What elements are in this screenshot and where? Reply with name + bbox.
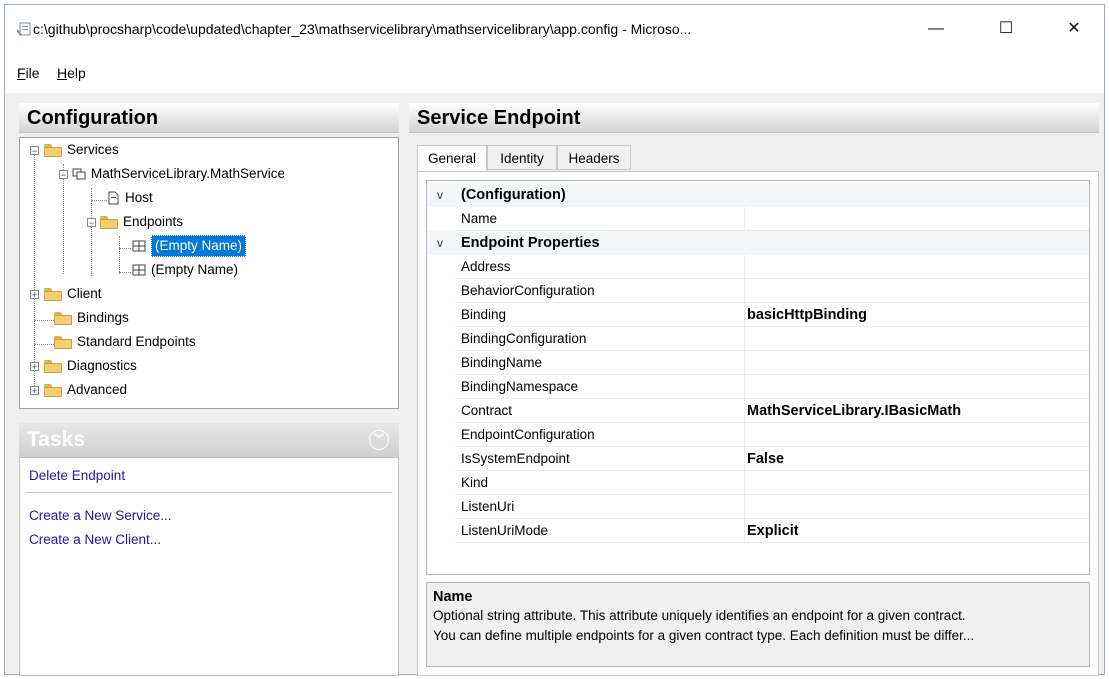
folder-icon (54, 335, 72, 349)
close-button[interactable]: ✕ (1051, 13, 1097, 45)
create-new-service-link[interactable]: Create a New Service... (29, 508, 172, 523)
divider (26, 492, 392, 493)
property-row-endpointconfiguration[interactable]: EndpointConfiguration (427, 423, 1089, 447)
tree-node-endpoint-selected[interactable]: (Empty Name) (132, 235, 247, 257)
folder-icon (44, 143, 62, 157)
expand-icon[interactable]: + (30, 362, 39, 372)
collapse-chevron-icon[interactable]: ︾ (369, 430, 389, 450)
description-title: Name (433, 589, 473, 605)
tree-node-host[interactable]: Host (106, 188, 153, 208)
property-row-name[interactable]: Name (427, 207, 1089, 231)
service-endpoint-header: Service Endpoint (409, 103, 1099, 133)
category-endpoint-properties[interactable]: v Endpoint Properties (427, 231, 1089, 255)
folder-icon (44, 287, 62, 301)
tree-node-standard-endpoints[interactable]: Standard Endpoints (54, 332, 196, 352)
configuration-tree[interactable]: − Services − MathServiceLibrary.MathServ… (19, 137, 399, 409)
tab-headers[interactable]: Headers (557, 145, 631, 170)
property-description-panel: Name Optional string attribute. This att… (426, 582, 1090, 667)
tasks-header[interactable]: Tasks ︾ (19, 423, 399, 457)
menu-file[interactable]: File (17, 65, 40, 81)
chevron-down-icon[interactable]: v (437, 183, 443, 207)
property-row-bindingname[interactable]: BindingName (427, 351, 1089, 375)
property-row-binding[interactable]: Binding basicHttpBinding (427, 303, 1089, 327)
property-row-contract[interactable]: Contract MathServiceLibrary.IBasicMath (427, 399, 1089, 423)
folder-icon (44, 383, 62, 397)
tree-connector (34, 154, 35, 390)
endpoint-icon (132, 239, 146, 253)
category-configuration[interactable]: v (Configuration) (427, 183, 1089, 207)
tasks-panel: Delete Endpoint Create a New Service... … (19, 457, 399, 676)
tree-node-endpoint[interactable]: (Empty Name) (132, 260, 238, 280)
description-line: You can define multiple endpoints for a … (433, 628, 975, 643)
tree-connector (119, 272, 131, 273)
tree-node-diagnostics[interactable]: Diagnostics (44, 356, 137, 376)
tree-node-services[interactable]: Services (44, 140, 119, 160)
menu-help[interactable]: Help (57, 65, 86, 81)
property-row-issystemendpoint[interactable]: IsSystemEndpoint False (427, 447, 1089, 471)
tasks-title: Tasks (27, 428, 85, 451)
tree-connector (34, 344, 54, 345)
tree-node-mathservice[interactable]: MathServiceLibrary.MathService (72, 164, 285, 184)
create-new-client-link[interactable]: Create a New Client... (29, 532, 161, 547)
minimize-button[interactable]: — (913, 13, 959, 45)
tab-identity[interactable]: Identity (487, 145, 557, 170)
property-row-kind[interactable]: Kind (427, 471, 1089, 495)
tree-node-endpoints[interactable]: Endpoints (100, 212, 183, 232)
window-title: c:\github\procsharp\code\updated\chapter… (33, 21, 692, 37)
tree-connector (119, 248, 131, 249)
chevron-down-icon[interactable]: v (437, 231, 443, 255)
property-row-listenurimode[interactable]: ListenUriMode Explicit (427, 519, 1089, 543)
property-row-bindingconfiguration[interactable]: BindingConfiguration (427, 327, 1089, 351)
config-editor-app-icon (16, 22, 31, 36)
document-icon (106, 191, 120, 205)
folder-icon (54, 311, 72, 325)
description-line: Optional string attribute. This attribut… (433, 608, 966, 623)
collapse-icon[interactable]: − (59, 170, 68, 180)
expand-icon[interactable]: + (30, 386, 39, 396)
folder-icon (44, 359, 62, 373)
folder-icon (100, 215, 118, 229)
property-row-listenuri[interactable]: ListenUri (427, 495, 1089, 519)
tree-connector (63, 164, 64, 274)
maximize-button[interactable]: ☐ (983, 13, 1029, 45)
expand-icon[interactable]: + (30, 290, 39, 300)
configuration-header: Configuration (19, 103, 399, 133)
collapse-icon[interactable]: − (30, 146, 39, 156)
collapse-icon[interactable]: − (87, 218, 96, 228)
property-row-behaviorconfiguration[interactable]: BehaviorConfiguration (427, 279, 1089, 303)
property-row-address[interactable]: Address (427, 255, 1089, 279)
delete-endpoint-link[interactable]: Delete Endpoint (29, 468, 125, 483)
tree-connector (91, 200, 107, 201)
endpoint-icon (132, 263, 146, 277)
tree-node-bindings[interactable]: Bindings (54, 308, 129, 328)
tree-connector (91, 188, 92, 276)
menu-bar: File Help (5, 53, 1104, 93)
tree-connector (34, 320, 54, 321)
app-window: c:\github\procsharp\code\updated\chapter… (4, 4, 1105, 676)
title-bar[interactable]: c:\github\procsharp\code\updated\chapter… (5, 5, 1104, 53)
tree-node-advanced[interactable]: Advanced (44, 380, 127, 400)
tree-connector (119, 236, 120, 274)
tree-node-client[interactable]: Client (44, 284, 102, 304)
service-icon (72, 167, 86, 181)
tab-general[interactable]: General (417, 145, 487, 172)
general-tab-content: v (Configuration) Name v Endpoint Proper… (417, 171, 1099, 676)
property-row-bindingnamespace[interactable]: BindingNamespace (427, 375, 1089, 399)
property-grid[interactable]: v (Configuration) Name v Endpoint Proper… (426, 180, 1090, 575)
